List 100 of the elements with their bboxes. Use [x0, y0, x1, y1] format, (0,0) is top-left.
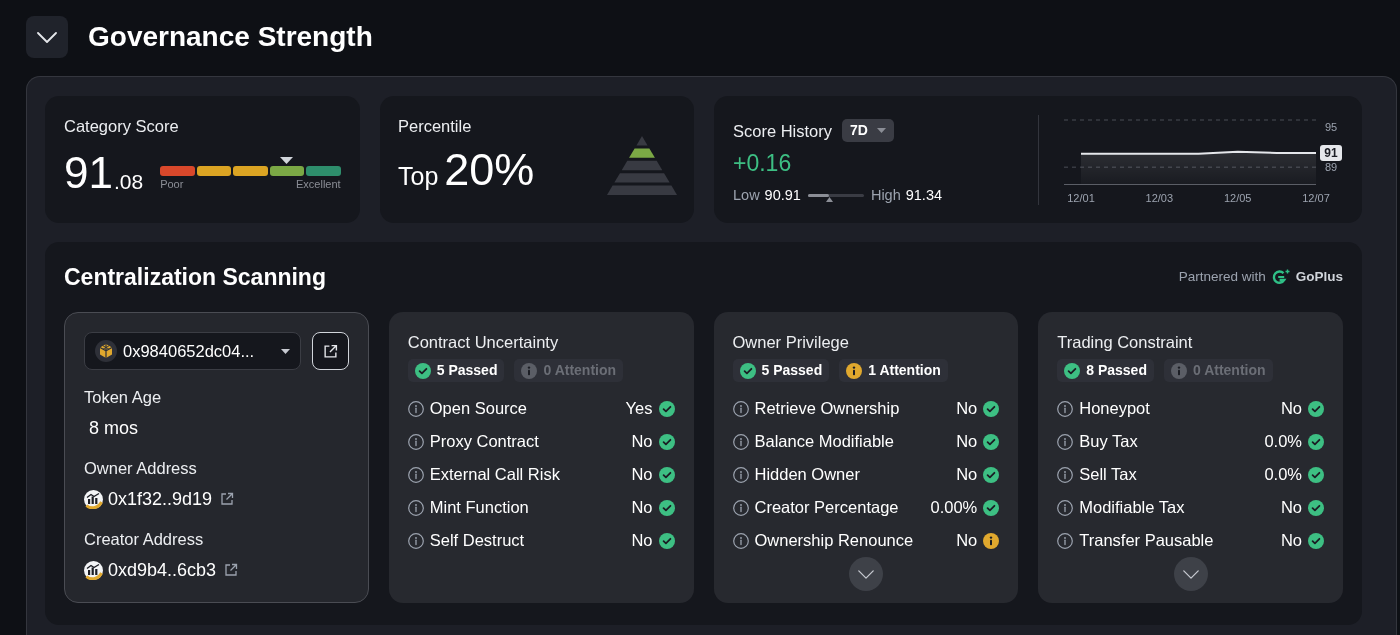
x-tick-label: 12/01 — [1067, 191, 1095, 204]
info-circle-icon — [846, 362, 863, 379]
check-circle-icon — [739, 362, 756, 379]
check-value: No — [956, 464, 978, 486]
info-icon[interactable] — [732, 532, 749, 549]
high-value: 91.34 — [905, 186, 943, 205]
info-icon[interactable] — [1057, 400, 1074, 417]
info-circle-icon — [521, 362, 538, 379]
partner-name: GoPlus — [1295, 267, 1343, 286]
x-tick-label: 12/03 — [1145, 191, 1174, 204]
info-icon[interactable] — [407, 466, 424, 483]
field-label: Owner Address — [84, 458, 198, 478]
x-tick-label: 12/07 — [1302, 191, 1330, 204]
expand-button[interactable] — [1173, 557, 1208, 591]
chevron-down-icon — [857, 569, 874, 579]
logo-icon — [1271, 269, 1290, 285]
tag-label: 5 Passed — [761, 361, 823, 380]
y-tick-label: 95 — [1324, 120, 1338, 133]
tag-label: 5 Passed — [436, 361, 498, 380]
low-label: Low — [733, 186, 760, 205]
high-label: High — [870, 186, 901, 205]
partner-label: Partnered with — [1178, 267, 1266, 286]
info-icon[interactable] — [1057, 433, 1074, 450]
address-link[interactable]: 0xd9b4..6cb3 — [108, 556, 217, 584]
check-label: Honeypot — [1079, 398, 1150, 420]
external-link-icon[interactable] — [220, 492, 235, 506]
check-value: 0.0% — [1264, 431, 1302, 453]
card-title: Category Score — [64, 116, 180, 137]
cube-coin-icon — [95, 340, 117, 362]
group-title: Trading Constraint — [1057, 332, 1194, 352]
low-value: 90.91 — [764, 186, 801, 205]
info-icon[interactable] — [407, 400, 424, 417]
check-value: Yes — [625, 398, 653, 420]
tag-label: 0 Attention — [1192, 361, 1266, 380]
chevron-down-icon — [1182, 569, 1199, 579]
info-icon[interactable] — [1057, 532, 1074, 549]
check-label: Ownership Renounce — [754, 530, 914, 552]
section-title: Governance Strength — [88, 20, 373, 54]
y-tick-label: 89 — [1324, 161, 1338, 174]
check-value: No — [631, 530, 653, 552]
external-link-icon[interactable] — [224, 563, 239, 577]
chart-coin-icon — [84, 560, 103, 580]
address-link[interactable]: 0x1f32..9d19 — [108, 485, 213, 513]
info-icon[interactable] — [1057, 466, 1074, 483]
chart-coin-icon — [84, 489, 103, 509]
period-dropdown[interactable]: 7D — [842, 119, 894, 142]
check-label: Creator Percentage — [754, 497, 899, 519]
check-value: No — [1280, 497, 1302, 519]
check-value: No — [631, 431, 653, 453]
check-label: Sell Tax — [1079, 464, 1137, 486]
percentile-value: 20% — [444, 147, 535, 193]
check-circle-icon — [414, 362, 431, 379]
check-label: External Call Risk — [429, 464, 560, 486]
info-circle-icon — [1170, 362, 1187, 379]
check-label: Proxy Contract — [429, 431, 539, 453]
open-link-button[interactable] — [311, 332, 349, 370]
field-label: Creator Address — [84, 529, 205, 549]
field-value: 8 mos — [89, 417, 139, 439]
centralization-title: Centralization Scanning — [64, 263, 326, 292]
scale-high-label: Excellent — [296, 178, 341, 191]
tag-label: 8 Passed — [1086, 361, 1147, 380]
score-value: 91 — [64, 154, 113, 192]
collapse-button[interactable] — [26, 16, 68, 58]
check-label: Open Source — [429, 398, 527, 420]
check-value: 0.00% — [930, 497, 978, 519]
check-value: 0.0% — [1264, 464, 1302, 486]
score-decimals: .08 — [113, 172, 144, 192]
info-icon[interactable] — [732, 466, 749, 483]
info-icon[interactable] — [1057, 499, 1074, 516]
card-title: Score History — [733, 120, 833, 142]
check-label: Retrieve Ownership — [754, 398, 900, 420]
score-change: +0.16 — [733, 149, 792, 177]
expand-button[interactable] — [848, 557, 883, 591]
check-label: Mint Function — [429, 497, 529, 519]
field-label: Token Age — [84, 387, 163, 407]
info-icon[interactable] — [407, 532, 424, 549]
current-value-label: 91 — [1320, 145, 1342, 161]
tag-label: 0 Attention — [543, 361, 617, 380]
check-label: Buy Tax — [1079, 431, 1138, 453]
token-dropdown[interactable]: 0x9840652dc04... — [84, 332, 301, 370]
info-icon[interactable] — [407, 433, 424, 450]
external-link-icon[interactable] — [322, 343, 338, 359]
chevron-down-icon — [37, 31, 57, 43]
scale-low-label: Poor — [160, 178, 184, 191]
check-label: Transfer Pausable — [1079, 530, 1214, 552]
info-icon[interactable] — [732, 433, 749, 450]
caret-icon — [876, 128, 886, 133]
tag-label: 1 Attention — [868, 361, 941, 380]
group-title: Owner Privilege — [732, 332, 850, 352]
group-title: Contract Uncertainty — [407, 332, 560, 352]
check-value: No — [1280, 398, 1302, 420]
check-label: Modifiable Tax — [1079, 497, 1185, 519]
check-label: Balance Modifiable — [754, 431, 894, 453]
info-icon[interactable] — [407, 499, 424, 516]
card-title: Percentile — [398, 116, 473, 137]
check-value: No — [1280, 530, 1302, 552]
info-icon[interactable] — [732, 400, 749, 417]
info-icon[interactable] — [732, 499, 749, 516]
check-label: Hidden Owner — [754, 464, 860, 486]
check-value: No — [631, 464, 653, 486]
